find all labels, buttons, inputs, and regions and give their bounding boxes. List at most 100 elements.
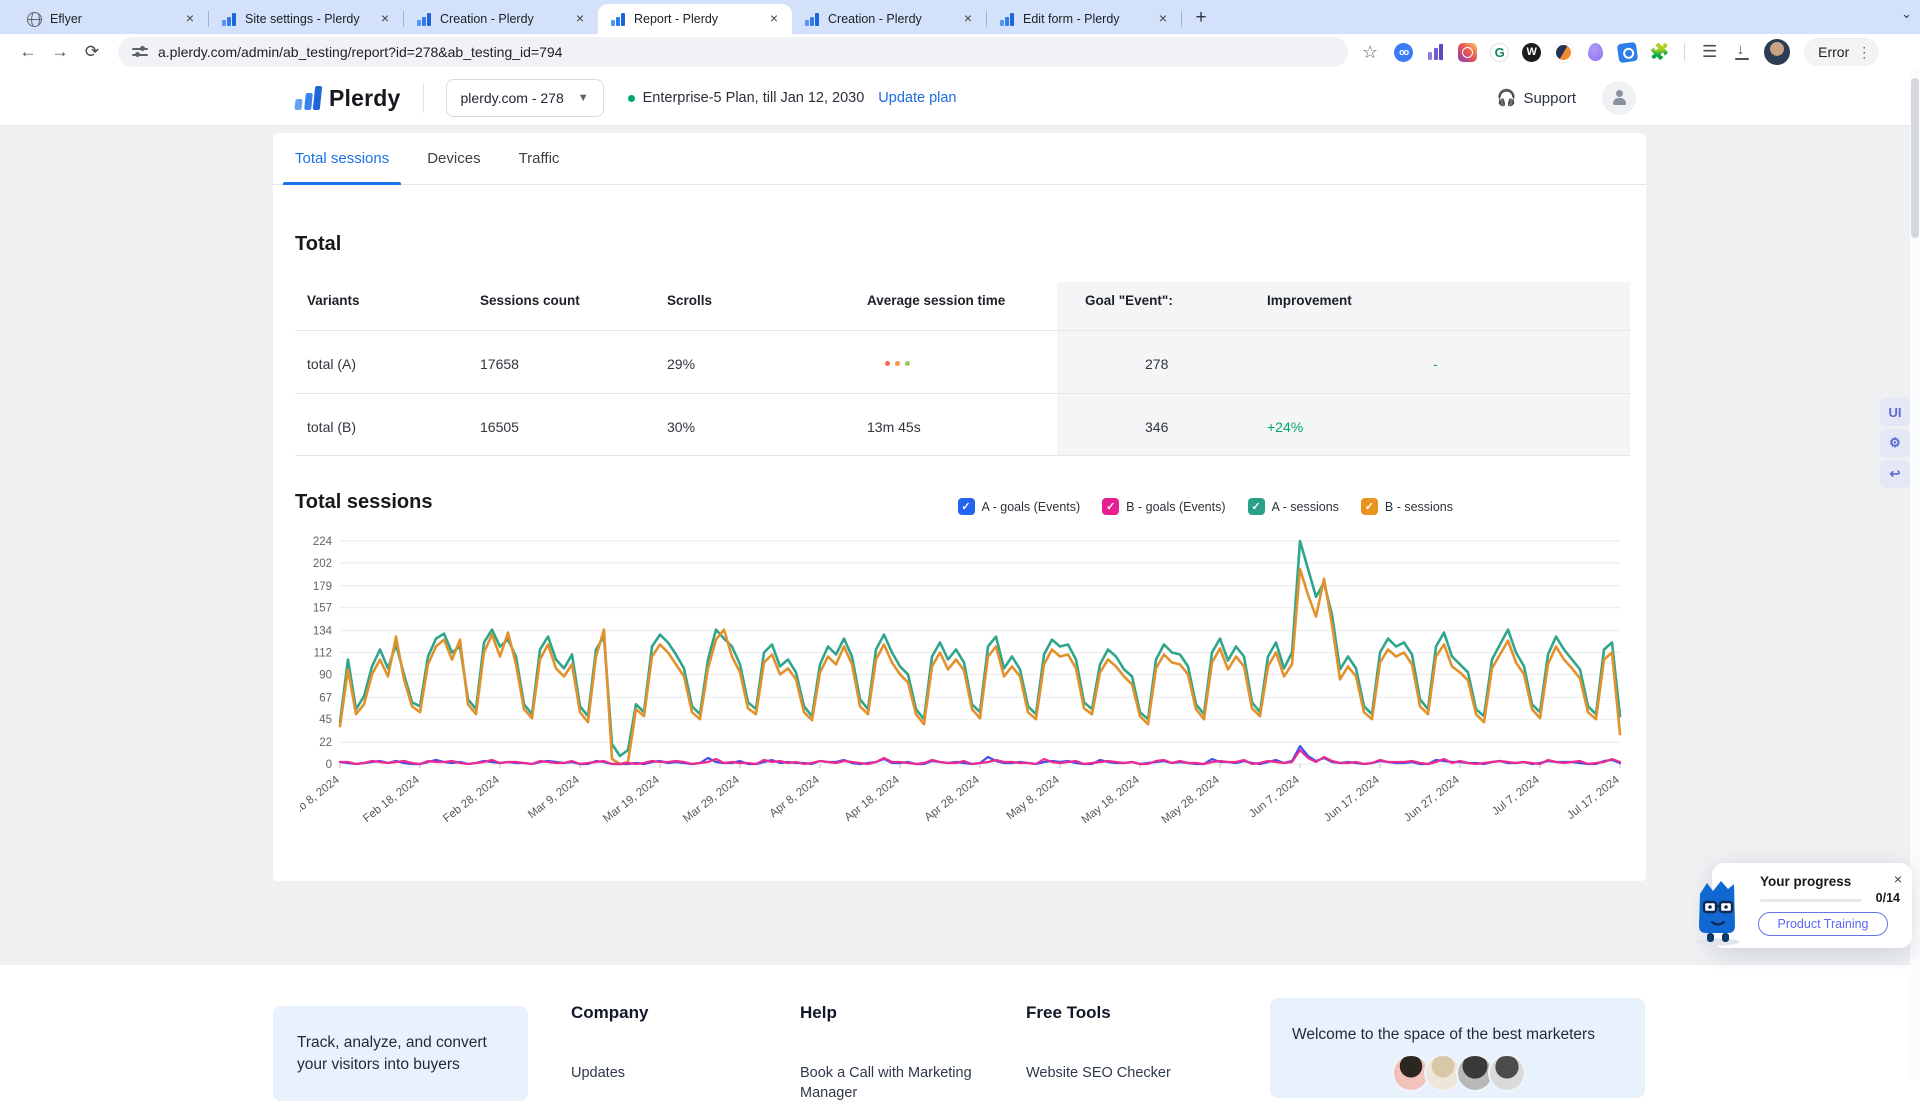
cell-sessions: 17658 — [480, 356, 519, 372]
checkbox-checked-icon[interactable]: ✓ — [1247, 498, 1265, 515]
svg-text:Feb 18, 2024: Feb 18, 2024 — [361, 774, 422, 826]
tabstrip-chevron-icon[interactable]: ⌄ — [1901, 6, 1912, 22]
kebab-menu-icon[interactable]: ⋮ — [1857, 44, 1871, 61]
tab-total-sessions[interactable]: Total sessions — [282, 133, 402, 185]
tab-title: Creation - Plerdy — [828, 12, 922, 26]
svg-text:0: 0 — [326, 759, 332, 771]
plerdy-logo[interactable]: Plerdy — [294, 84, 401, 112]
scrollbar-thumb[interactable] — [1911, 78, 1919, 238]
cell-goal-event: 346 — [1145, 419, 1169, 435]
footer-link-seo-checker[interactable]: Website SEO Checker — [1026, 1063, 1226, 1083]
forward-icon[interactable]: → — [46, 38, 74, 66]
svg-text:22: 22 — [319, 737, 332, 749]
checkbox-checked-icon[interactable]: ✓ — [1360, 498, 1378, 515]
instagram-extension-icon[interactable] — [1458, 42, 1478, 62]
close-icon[interactable]: × — [1894, 871, 1902, 887]
footer-column-company: Company Updates — [571, 1003, 771, 1083]
media-list-icon[interactable]: ☰ — [1700, 42, 1719, 62]
w-circle-extension-icon[interactable]: W — [1522, 42, 1542, 62]
browser-toolbar: ← → ⟳ a.plerdy.com/admin/ab_testing/repo… — [0, 34, 1920, 70]
col-header-variants: Variants — [307, 293, 360, 308]
svg-text:134: 134 — [313, 626, 333, 638]
svg-text:May 8, 2024: May 8, 2024 — [1005, 774, 1063, 823]
download-icon[interactable] — [1732, 41, 1751, 62]
legend-a-sessions[interactable]: ✓ A - sessions — [1247, 498, 1339, 515]
svg-text:Jul 17, 2024: Jul 17, 2024 — [1565, 774, 1622, 822]
orange-navy-extension-icon[interactable] — [1554, 42, 1574, 62]
error-button[interactable]: Error ⋮ — [1804, 38, 1880, 66]
col-header-avg-time: Average session time — [867, 293, 1006, 308]
checkbox-checked-icon[interactable]: ✓ — [957, 498, 975, 515]
support-button[interactable]: 🎧 Support — [1497, 88, 1576, 108]
purple-chart-extension-icon[interactable] — [1426, 43, 1445, 62]
svg-text:Mar 29, 2024: Mar 29, 2024 — [681, 774, 742, 826]
tab-close-icon[interactable]: × — [182, 11, 198, 27]
tab-traffic[interactable]: Traffic — [519, 133, 560, 185]
col-header-improvement: Improvement — [1267, 293, 1352, 308]
browser-tab-strip: Eflyer × Site settings - Plerdy × Creati… — [0, 0, 1920, 34]
tab-title: Edit form - Plerdy — [1023, 12, 1120, 26]
footer-link-updates[interactable]: Updates — [571, 1063, 771, 1083]
chart-legend: ✓ A - goals (Events) ✓ B - goals (Events… — [957, 498, 1453, 515]
browser-profile-avatar[interactable] — [1764, 39, 1791, 65]
settings-gear-button[interactable]: ⚙ — [1880, 429, 1910, 457]
site-selector-dropdown[interactable]: plerdy.com - 278 ▼ — [445, 79, 604, 117]
cell-variant: total (B) — [307, 419, 357, 435]
col-header-goal-event: Goal "Event": — [1085, 293, 1173, 308]
toolbar-separator — [1684, 43, 1686, 61]
svg-text:Mar 19, 2024: Mar 19, 2024 — [601, 774, 662, 826]
report-card: Total sessions Devices Traffic Total Var… — [273, 133, 1646, 881]
browser-tab-eflyer[interactable]: Eflyer × — [14, 4, 208, 34]
reload-icon[interactable]: ⟳ — [78, 38, 106, 66]
new-tab-button[interactable]: + — [1188, 5, 1214, 31]
svg-text:Feb 28, 2024: Feb 28, 2024 — [441, 774, 502, 826]
grammarly-extension-icon[interactable]: G — [1490, 42, 1510, 62]
cell-scrolls: 29% — [667, 356, 696, 372]
browser-tab-report-active[interactable]: Report - Plerdy × — [598, 4, 792, 34]
cell-sessions: 16505 — [480, 419, 519, 435]
browser-tab-site-settings[interactable]: Site settings - Plerdy × — [209, 4, 403, 34]
table-divider — [295, 455, 1630, 456]
legend-b-goals[interactable]: ✓ B - goals (Events) — [1102, 498, 1226, 515]
footer-column-free-tools: Free Tools Website SEO Checker — [1026, 1003, 1226, 1083]
tab-close-icon[interactable]: × — [572, 11, 588, 27]
puzzle-extensions-icon[interactable]: 🧩 — [1650, 43, 1670, 62]
extensions-row: oo G W 🧩 ☰ — [1394, 39, 1791, 65]
browser-tab-creation-1[interactable]: Creation - Plerdy × — [404, 4, 598, 34]
ui-widget-button[interactable]: UI — [1880, 398, 1910, 426]
site-footer: Track, analyze, and convert your visitor… — [0, 965, 1920, 1101]
svg-text:May 18, 2024: May 18, 2024 — [1080, 774, 1143, 827]
purple-droplet-extension-icon[interactable] — [1586, 43, 1605, 62]
globe-favicon-icon — [26, 11, 42, 27]
browser-tab-edit-form[interactable]: Edit form - Plerdy × — [987, 4, 1181, 34]
tab-devices[interactable]: Devices — [427, 133, 480, 185]
reply-arrow-button[interactable]: ↩ — [1880, 460, 1910, 488]
back-icon[interactable]: ← — [14, 38, 42, 66]
product-training-button[interactable]: Product Training — [1758, 912, 1888, 936]
tab-close-icon[interactable]: × — [377, 11, 393, 27]
svg-text:Jun 27, 2024: Jun 27, 2024 — [1402, 774, 1462, 825]
checkbox-checked-icon[interactable]: ✓ — [1102, 498, 1120, 515]
address-bar[interactable]: a.plerdy.com/admin/ab_testing/report?id=… — [118, 37, 1348, 67]
legend-a-goals[interactable]: ✓ A - goals (Events) — [957, 498, 1080, 515]
blue-tag-extension-icon[interactable] — [1616, 41, 1639, 63]
bookmark-star-icon[interactable]: ☆ — [1362, 42, 1378, 63]
update-plan-link[interactable]: Update plan — [878, 90, 956, 106]
cell-improvement: - — [1433, 356, 1438, 372]
plerdy-mascot-illustration — [1692, 878, 1744, 951]
site-info-icon[interactable] — [132, 46, 148, 58]
blue-badge-extension-icon[interactable]: oo — [1394, 42, 1414, 62]
svg-text:Apr 8, 2024: Apr 8, 2024 — [768, 774, 823, 820]
tab-close-icon[interactable]: × — [960, 11, 976, 27]
account-avatar[interactable] — [1602, 81, 1636, 115]
url-text[interactable]: a.plerdy.com/admin/ab_testing/report?id=… — [158, 44, 562, 60]
tab-close-icon[interactable]: × — [1155, 11, 1171, 27]
svg-text:224: 224 — [313, 536, 333, 548]
tab-close-icon[interactable]: × — [766, 11, 782, 27]
plerdy-logo-text: Plerdy — [329, 84, 401, 111]
footer-link-book-call[interactable]: Book a Call with Marketing Manager — [800, 1063, 1000, 1104]
browser-tab-creation-2[interactable]: Creation - Plerdy × — [792, 4, 986, 34]
legend-b-sessions[interactable]: ✓ B - sessions — [1360, 498, 1453, 515]
person-icon — [1613, 90, 1626, 105]
report-tabs: Total sessions Devices Traffic — [273, 133, 1646, 185]
